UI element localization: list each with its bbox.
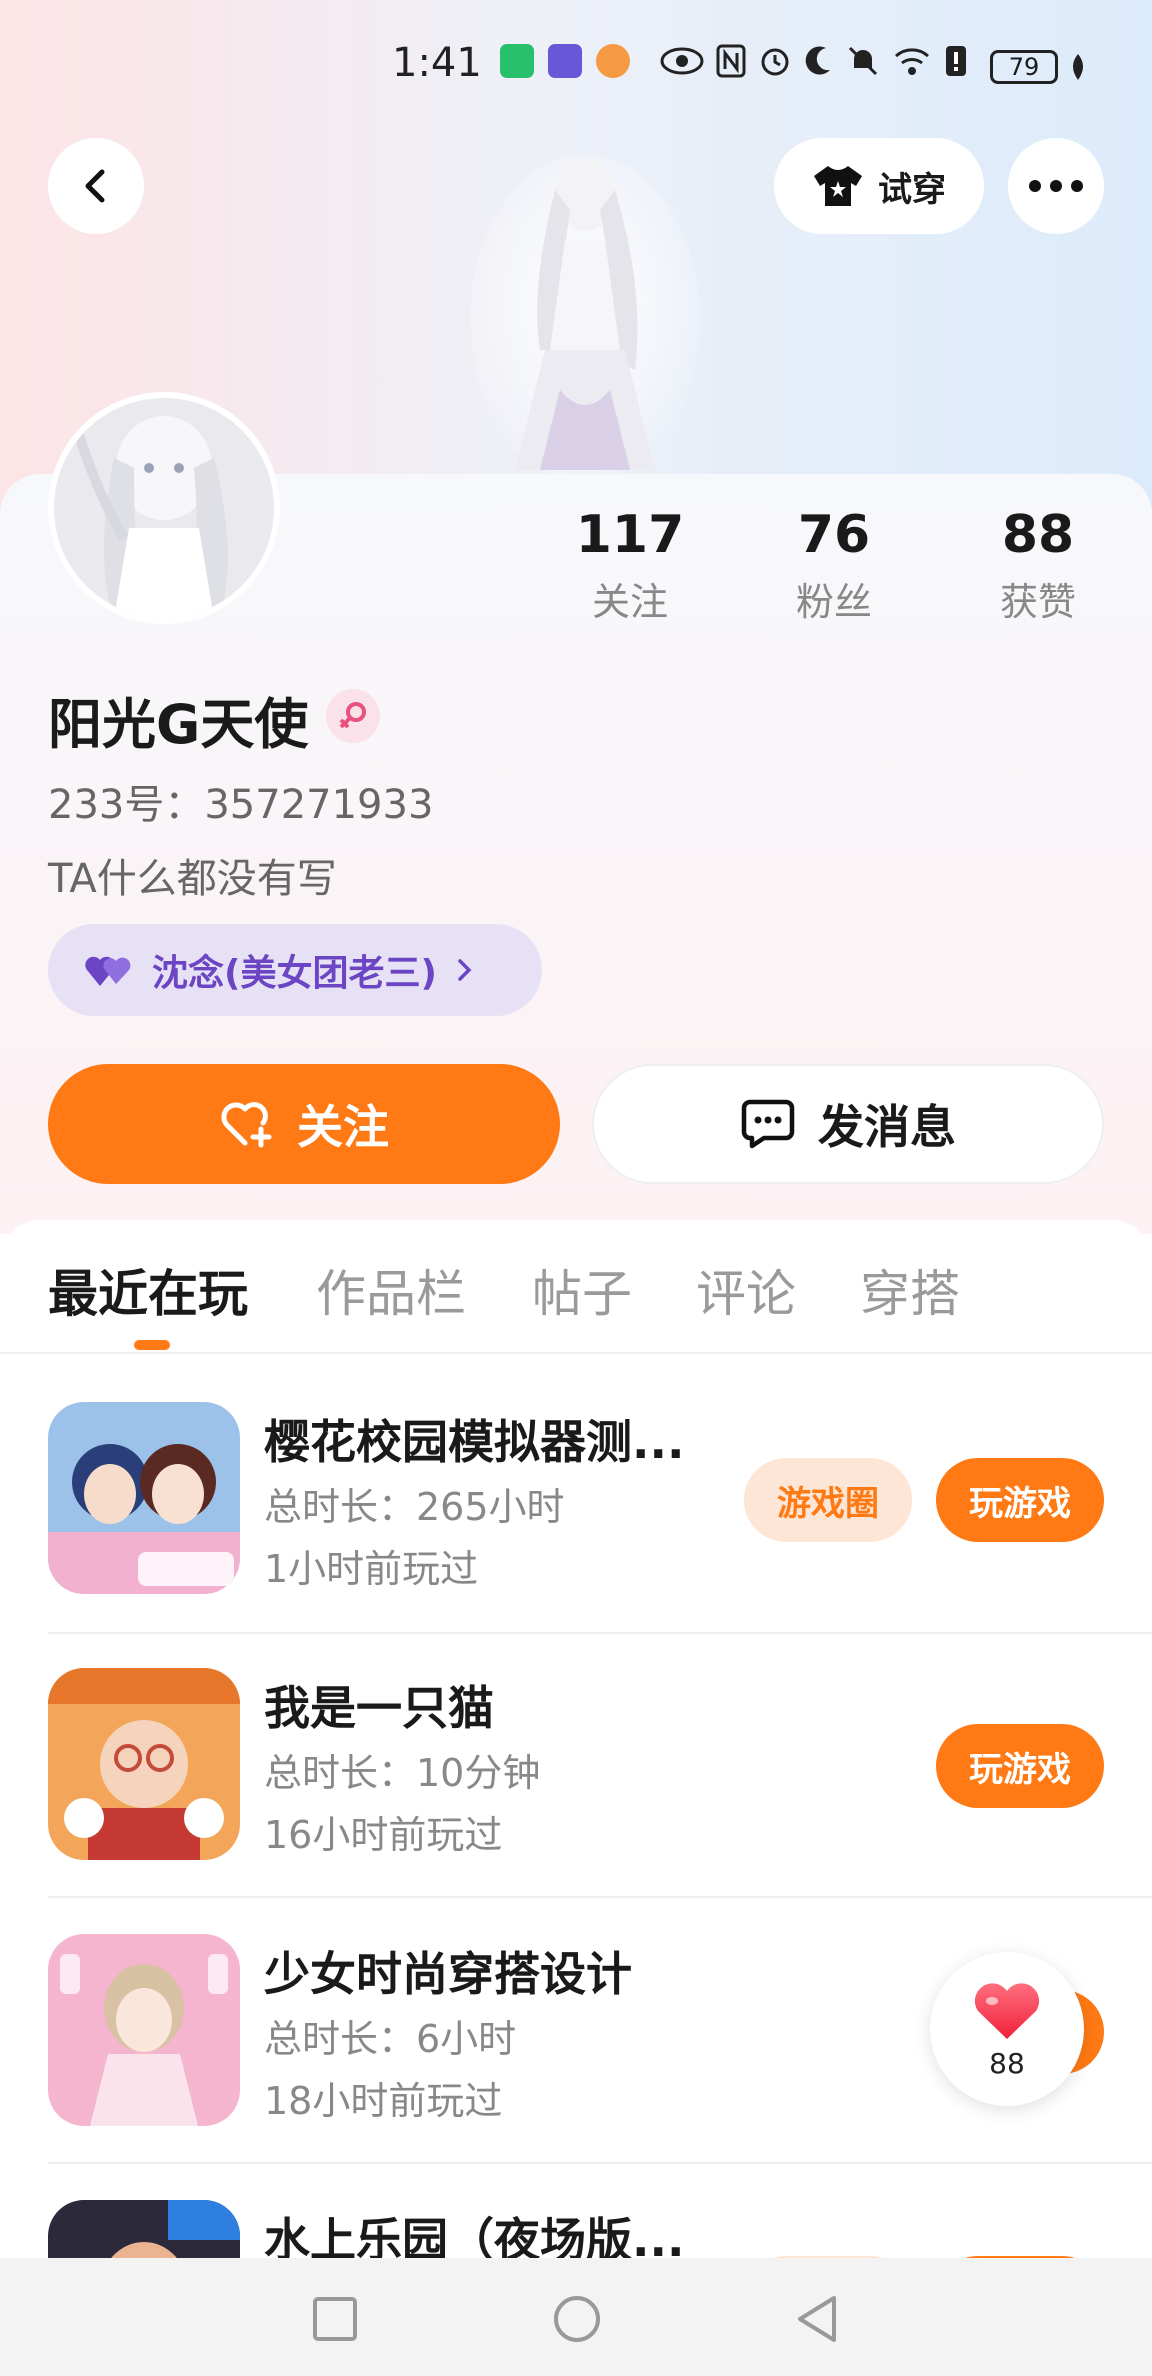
tab-works[interactable]: 作品栏	[316, 1254, 466, 1326]
like-count: 88	[989, 2046, 1025, 2080]
game-total-duration: 总时长：265小时	[264, 1485, 565, 1529]
relationship-badge[interactable]: 沈念(美女团老三)	[48, 924, 542, 1016]
follow-button[interactable]: 关注	[48, 1064, 560, 1184]
gender-female-icon	[326, 689, 380, 743]
system-icons	[660, 44, 968, 78]
game-icon	[48, 1934, 240, 2126]
alarm-icon	[761, 48, 789, 76]
game-circle-button[interactable]: 游戏圈	[744, 1458, 912, 1542]
more-dots-icon	[1029, 180, 1083, 192]
game-list-item[interactable]: 水上乐园（夜场版...	[0, 2166, 1152, 2258]
stat-value: 76	[797, 505, 871, 565]
game-title: 少女时尚穿搭设计	[264, 1947, 632, 2001]
stat-label: 获赞	[999, 580, 1076, 624]
hero-character-image	[470, 155, 700, 480]
chevron-left-icon	[85, 169, 105, 203]
game-title: 我是一只猫	[264, 1681, 494, 1735]
tshirt-icon	[814, 166, 862, 206]
app-notification-icon	[548, 44, 582, 78]
game-total-duration: 总时长：10分钟	[264, 1751, 541, 1795]
game-last-played: 18小时前玩过	[264, 2079, 503, 2123]
app-notification-icon	[596, 44, 630, 78]
game-list-item[interactable]: 樱花校园模拟器测... 总时长：265小时 1小时前玩过 游戏圈 玩游戏	[0, 1368, 1152, 1634]
stat-followers[interactable]: 76 粉丝	[754, 505, 914, 626]
game-total-duration: 总时长：6小时	[264, 2017, 517, 2061]
play-game-button[interactable]: 玩游戏	[936, 1724, 1104, 1808]
game-list-item[interactable]: 我是一只猫 总时长：10分钟 16小时前玩过 玩游戏	[0, 1634, 1152, 1900]
game-last-played: 1小时前玩过	[264, 1547, 479, 1591]
profile-uid: 233号：357271933	[48, 782, 434, 828]
row-divider	[48, 2162, 1152, 2164]
heart-plus-icon	[221, 1102, 272, 1148]
heart-icon	[974, 1982, 1040, 2039]
chat-bubble-icon	[741, 1099, 795, 1149]
stat-label: 粉丝	[795, 580, 872, 624]
relationship-label: 沈念(美女团老三)	[152, 953, 437, 994]
game-title: 水上乐园（夜场版...	[264, 2213, 685, 2258]
battery-level: 79	[1008, 53, 1040, 81]
notification-icons	[500, 44, 630, 78]
home-icon[interactable]	[552, 2294, 602, 2344]
stat-likes[interactable]: 88 获赞	[958, 505, 1118, 626]
system-navigation-bar	[0, 2258, 1152, 2376]
avatar[interactable]	[48, 392, 280, 624]
game-last-played: 16小时前玩过	[264, 1813, 503, 1857]
send-message-button[interactable]: 发消息	[592, 1064, 1104, 1184]
eye-icon	[660, 47, 704, 75]
sim-alert-icon	[946, 46, 966, 76]
profile-username: 阳光G天使	[48, 693, 309, 756]
recent-apps-icon[interactable]	[312, 2296, 358, 2342]
double-heart-icon	[85, 956, 131, 986]
tab-recently-played[interactable]: 最近在玩	[48, 1254, 248, 1326]
stat-label: 关注	[591, 580, 668, 624]
try-on-button[interactable]: 试穿	[774, 138, 984, 234]
wifi-icon	[895, 48, 929, 75]
try-on-label: 试穿	[878, 169, 946, 210]
profile-bio: TA什么都没有写	[48, 856, 337, 902]
tab-posts[interactable]: 帖子	[532, 1254, 632, 1326]
game-icon	[48, 2200, 240, 2258]
back-nav-icon[interactable]	[794, 2294, 840, 2344]
stat-following[interactable]: 117 关注	[550, 505, 710, 626]
like-bubble[interactable]: 88	[930, 1952, 1084, 2106]
tab-divider	[0, 1352, 1152, 1354]
game-title: 樱花校园模拟器测...	[264, 1415, 685, 1469]
game-icon	[48, 1402, 240, 1594]
row-divider	[48, 1896, 1152, 1898]
battery-indicator: 79	[990, 50, 1058, 84]
avatar-image	[54, 398, 274, 618]
moon-icon	[805, 46, 830, 75]
follow-label: 关注	[297, 1100, 389, 1154]
chevron-right-icon	[458, 959, 472, 981]
status-time: 1:41	[392, 40, 482, 86]
app-notification-icon	[500, 44, 534, 78]
send-message-label: 发消息	[818, 1100, 956, 1154]
tab-outfits[interactable]: 穿搭	[860, 1254, 960, 1326]
leaf-icon	[1073, 54, 1083, 80]
game-icon	[48, 1668, 240, 1860]
tab-comments[interactable]: 评论	[696, 1254, 796, 1326]
back-button[interactable]	[48, 138, 144, 234]
nfc-icon	[716, 44, 746, 78]
active-tab-indicator	[134, 1340, 170, 1350]
stat-value: 88	[1001, 505, 1075, 565]
mute-icon	[848, 46, 878, 76]
stat-value: 117	[575, 505, 685, 565]
status-bar: 1:41 79	[0, 0, 1152, 130]
more-options-button[interactable]	[1008, 138, 1104, 234]
play-game-button[interactable]: 玩游戏	[936, 1458, 1104, 1542]
